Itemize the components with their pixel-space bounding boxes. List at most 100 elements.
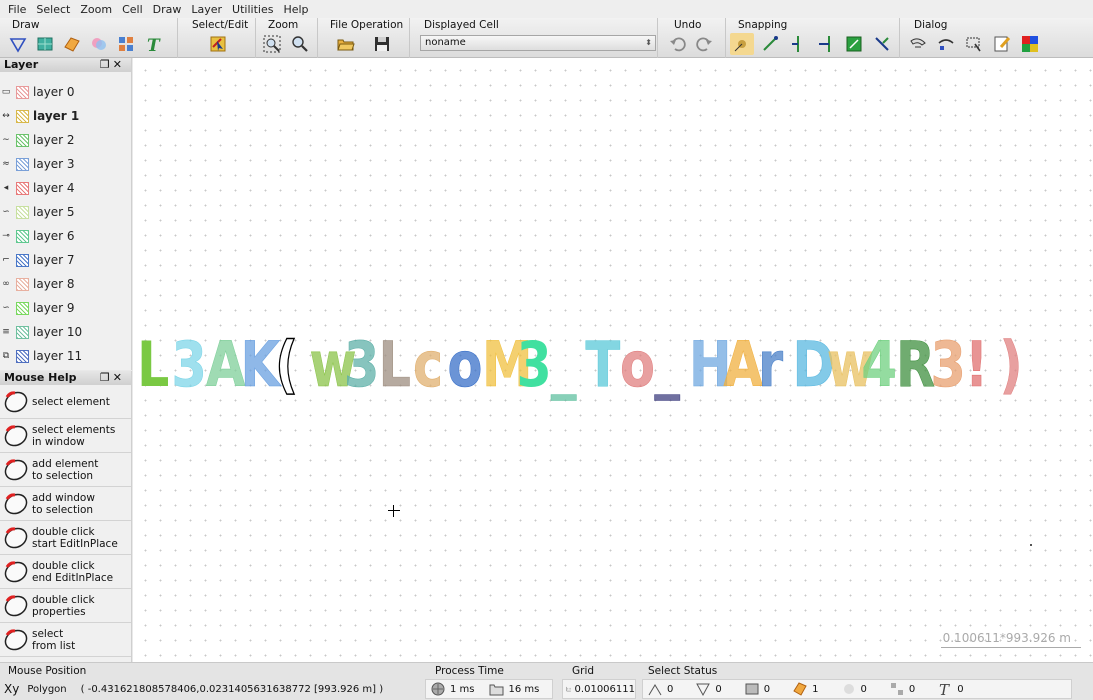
displayed-cell-select[interactable]: noname ⬍ (420, 35, 656, 51)
menu-cell[interactable]: Cell (118, 3, 149, 16)
layer-item[interactable]: ∽ layer 5 (0, 200, 131, 224)
snap-auto-icon[interactable] (730, 33, 754, 55)
layout-glyph[interactable]: A (723, 329, 763, 402)
layout-glyph[interactable]: 3 (171, 329, 207, 402)
layer-item[interactable]: ↔ layer 1 (0, 104, 131, 128)
layer-item[interactable]: ∞ layer 8 (0, 272, 131, 296)
shape-count-icon (793, 682, 807, 696)
snap-line-icon[interactable] (814, 33, 838, 55)
layout-glyph[interactable]: T (585, 329, 621, 402)
mouse-icon (4, 492, 28, 514)
layout-glyph[interactable]: c (413, 329, 444, 402)
mouse-help-item: select from list (0, 623, 131, 657)
layer-item[interactable]: ▭ layer 0 (0, 80, 131, 104)
layout-glyph[interactable]: r (758, 329, 784, 402)
process-time-a: 1 ms (450, 683, 475, 695)
text-count-icon: T (939, 681, 950, 697)
select-edit-icon[interactable] (206, 33, 230, 55)
menu-draw[interactable]: Draw (149, 3, 188, 16)
menu-zoom[interactable]: Zoom (76, 3, 118, 16)
draw-polygon-icon[interactable] (6, 33, 30, 55)
draw-text-icon[interactable]: T (141, 33, 165, 55)
draw-array-icon[interactable] (114, 33, 138, 55)
layer-swatch-icon (16, 133, 29, 147)
layer-item[interactable]: ≡ layer 10 (0, 320, 131, 344)
layer-item[interactable]: ⌐ layer 7 (0, 248, 131, 272)
layout-glyph[interactable]: ( (274, 328, 299, 402)
select-status-label: Select Status (648, 665, 718, 677)
layout-glyph[interactable]: ! (965, 329, 989, 402)
zoom-group: Zoom (256, 18, 318, 58)
layout-glyph[interactable]: o (620, 329, 655, 402)
menu-select[interactable]: Select (32, 3, 76, 16)
undo-group-label: Undo (674, 19, 702, 31)
layer-item[interactable]: ⧉ layer 11 (0, 344, 131, 368)
snap-midpoint-icon[interactable] (786, 33, 810, 55)
menu-help[interactable]: Help (279, 3, 314, 16)
snap-center-icon[interactable] (870, 33, 894, 55)
help-line-2: start EditInPlace (32, 537, 118, 550)
line-style-icon: ∽ (2, 207, 10, 217)
chevron-down-icon: ⬍ (645, 38, 652, 47)
array-count: 0 (908, 683, 916, 695)
line-style-icon: ∼ (2, 135, 10, 145)
layout-glyph[interactable]: 3 (930, 329, 966, 402)
panel-float-close-icon[interactable]: ❐✕ (100, 58, 125, 72)
layout-glyph[interactable]: L (137, 329, 169, 401)
select-group-label: Select/Edit (192, 19, 249, 31)
help-line-1: select element (32, 395, 110, 408)
menu-utilities[interactable]: Utilities (228, 3, 279, 16)
layer-item[interactable]: ◂ layer 4 (0, 176, 131, 200)
zoom-fit-icon[interactable] (260, 33, 284, 55)
menu-file[interactable]: File (4, 3, 32, 16)
line-style-icon: ⌐ (2, 255, 10, 265)
undo-icon[interactable] (666, 33, 690, 55)
xy-icon: Xy (4, 682, 20, 696)
draw-box-icon[interactable] (33, 33, 57, 55)
menu-layer[interactable]: Layer (187, 3, 228, 16)
svg-text:T: T (939, 681, 950, 697)
layout-glyph[interactable]: _ (654, 329, 681, 402)
shape-count: 1 (812, 683, 819, 695)
layer-panel-title: Layer ❐✕ (0, 58, 131, 72)
layout-glyph[interactable]: 3 (517, 329, 552, 401)
layer-item[interactable]: ⊸ layer 6 (0, 224, 131, 248)
layer-panel: Layer ❐✕ ▭ layer 0 ↔ layer 1 ∼ layer 2 ≈ layer 3… (0, 58, 132, 370)
layout-glyph[interactable]: 4 (861, 329, 897, 402)
properties-dialog-icon[interactable] (962, 33, 986, 55)
zoom-icon[interactable] (288, 33, 312, 55)
snap-grid-icon[interactable] (842, 33, 866, 55)
snap-endpoint-icon[interactable] (758, 33, 782, 55)
layout-glyph[interactable]: _ (551, 329, 578, 402)
cell-group-label: Displayed Cell (424, 19, 499, 31)
layer-dialog-icon[interactable] (1018, 33, 1042, 55)
select-dialog-icon[interactable] (906, 33, 930, 55)
layer-swatch-icon (16, 301, 29, 315)
edit-dialog-icon[interactable] (934, 33, 958, 55)
line-style-icon: ⊸ (2, 231, 10, 241)
redo-icon[interactable] (692, 33, 716, 55)
save-icon[interactable] (370, 33, 394, 55)
draw-circle-icon[interactable] (87, 33, 111, 55)
undo-group: Undo (658, 18, 726, 58)
help-line-2: to selection (32, 503, 94, 516)
open-folder-icon[interactable] (334, 33, 358, 55)
layout-glyph[interactable]: L (378, 329, 411, 402)
grid-group: Grid 0.01006111 (562, 665, 638, 699)
mouse-icon (4, 594, 28, 616)
notes-dialog-icon[interactable] (990, 33, 1014, 55)
layer-item[interactable]: ∼ layer 2 (0, 128, 131, 152)
panel-float-close-icon[interactable]: ❐✕ (100, 371, 125, 385)
draw-path-icon[interactable] (60, 33, 84, 55)
layout-glyph[interactable]: A (206, 329, 246, 402)
mouse-position-label: Mouse Position (8, 665, 87, 677)
layer-label: layer 1 (33, 109, 80, 123)
layer-item[interactable]: ≈ layer 3 (0, 152, 131, 176)
layout-glyph[interactable]: 3 (344, 329, 380, 402)
layout-glyph[interactable]: ) (999, 329, 1023, 402)
layout-glyph[interactable]: o (447, 329, 483, 402)
layer-item[interactable]: ∽ layer 9 (0, 296, 131, 320)
layout-glyph[interactable]: R (896, 329, 936, 402)
path-count: 0 (715, 683, 722, 695)
drawing-canvas[interactable]: L 3 A K(w 3 Lc o M 3 _ To _ H Ar Dw 4 R 3!) 0.100611*993.… (133, 58, 1093, 662)
